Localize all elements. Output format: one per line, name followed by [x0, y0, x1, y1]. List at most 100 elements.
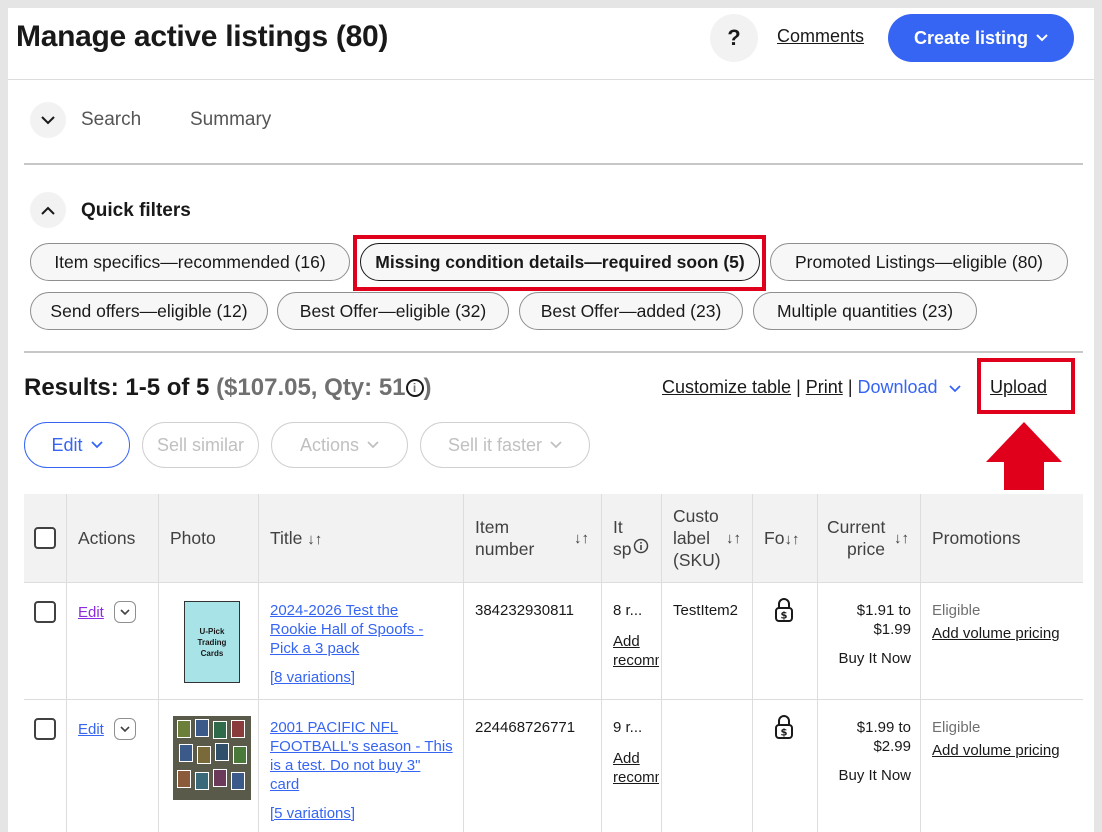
add-specifics-link[interactable]: recomm [613, 768, 659, 787]
filter-chip-best-offer-eligible[interactable]: Best Offer—eligible (32) [277, 292, 509, 330]
link-separator: | [847, 377, 853, 397]
help-icon: ? [727, 25, 741, 50]
item-number: 384232930811 [475, 602, 574, 619]
listing-title-link[interactable]: Rookie Hall of Spoofs - [270, 620, 456, 639]
column-header-item-specifics[interactable]: It sp [613, 516, 631, 560]
customize-table-link[interactable]: Customize table [662, 377, 791, 397]
page-title: Manage active listings (80) [16, 20, 389, 53]
download-link[interactable]: Download [858, 377, 938, 397]
edit-button[interactable]: Edit [24, 422, 130, 468]
row-divider [24, 699, 1083, 700]
price-range-end: $1.99 [873, 621, 911, 638]
chevron-down-icon [120, 725, 130, 732]
sell-similar-button[interactable]: Sell similar [142, 422, 259, 468]
listing-title-link[interactable]: is a test. Do not buy 3" [270, 756, 460, 775]
column-divider [601, 494, 602, 832]
table-links: Customize table | Print | Download [662, 377, 961, 398]
column-sku-label-3: (SKU) [673, 550, 721, 570]
row-actions-menu-button[interactable] [114, 601, 136, 623]
filter-chip-promoted-listings[interactable]: Promoted Listings—eligible (80) [770, 243, 1068, 281]
comments-link[interactable]: Comments [777, 26, 864, 47]
sell-it-faster-label: Sell it faster [447, 434, 543, 455]
actions-button[interactable]: Actions [271, 422, 408, 468]
listing-title: 2001 PACIFIC NFL FOOTBALL's season - Thi… [270, 718, 460, 823]
sort-icon: ↓↑ [784, 531, 800, 548]
section-divider [24, 351, 1083, 353]
edit-label: Edit [51, 434, 83, 455]
listing-photo[interactable] [173, 716, 251, 800]
row-edit-link[interactable]: Edit [78, 603, 104, 622]
add-volume-pricing-link[interactable]: Add volume pricing [932, 624, 1060, 643]
current-price: $1.91 to $1.99 Buy It Now [827, 601, 911, 668]
variations-link[interactable]: [8 variations] [270, 668, 456, 687]
tab-search[interactable]: Search [81, 109, 141, 131]
filter-chip-best-offer-added[interactable]: Best Offer—added (23) [519, 292, 743, 330]
price-range-end: $2.99 [873, 738, 911, 755]
sort-icon[interactable]: ↓↑ [894, 528, 909, 550]
filter-chip-multiple-quantities[interactable]: Multiple quantities (23) [753, 292, 977, 330]
chevron-up-icon [41, 206, 55, 215]
info-icon[interactable] [633, 538, 649, 554]
create-listing-button[interactable]: Create listing [888, 14, 1074, 62]
quick-filters-title: Quick filters [81, 200, 191, 221]
chevron-down-icon [1036, 34, 1048, 42]
column-header-custom-label[interactable]: Custo label (SKU) [673, 505, 721, 571]
listing-title-link[interactable]: 2001 PACIFIC NFL [270, 718, 460, 737]
promotions-cell: Eligible Add volume pricing [932, 601, 1060, 643]
highlight-box [977, 358, 1075, 414]
link-separator: | [796, 377, 801, 397]
price-format: Buy It Now [838, 767, 911, 784]
column-header-format[interactable]: Fo↓↑ [764, 527, 799, 551]
column-divider [752, 494, 753, 832]
variations-link[interactable]: [5 variations] [270, 804, 460, 823]
chevron-down-icon [90, 441, 103, 449]
column-number-label: number [475, 539, 535, 559]
column-header-actions: Actions [78, 528, 136, 548]
chevron-down-icon [550, 441, 562, 449]
tab-summary[interactable]: Summary [190, 109, 271, 131]
filter-chip-item-specifics[interactable]: Item specifics—recommended (16) [30, 243, 350, 281]
column-header-item-number[interactable]: Item number [475, 516, 534, 560]
filter-chip-send-offers[interactable]: Send offers—eligible (12) [30, 292, 268, 330]
sort-icon[interactable]: ↓↑ [574, 528, 589, 550]
add-specifics-link[interactable]: recomm [613, 651, 659, 670]
listing-title-link[interactable]: FOOTBALL's season - This [270, 737, 460, 756]
sell-it-faster-button[interactable]: Sell it faster [420, 422, 590, 468]
help-button[interactable]: ? [710, 14, 758, 62]
add-specifics-link[interactable]: Add [613, 632, 659, 651]
price-format: Buy It Now [838, 650, 911, 667]
chevron-down-icon [367, 441, 379, 449]
add-specifics-link[interactable]: Add [613, 749, 659, 768]
select-all-checkbox[interactable] [34, 527, 56, 549]
row-checkbox[interactable] [34, 601, 56, 623]
listings-table: Actions Photo Title ↓↑ Item number ↓↑ It… [24, 494, 1083, 832]
quick-filters-toggle-button[interactable] [30, 192, 66, 228]
info-icon[interactable]: i [405, 379, 424, 397]
results-totals: ($107.05, Qty: 51 i) [216, 374, 432, 401]
row-checkbox[interactable] [34, 718, 56, 740]
row-divider [24, 582, 1083, 583]
column-title-label: Title [270, 528, 303, 548]
listing-photo[interactable]: U-Pick Trading Cards [184, 601, 240, 683]
add-volume-pricing-link[interactable]: Add volume pricing [932, 741, 1060, 760]
listing-title-link[interactable]: card [270, 775, 460, 794]
column-header-photo: Photo [170, 528, 216, 548]
row-actions-menu-button[interactable] [114, 718, 136, 740]
item-specifics-count: 9 r... [613, 719, 643, 736]
column-divider [463, 494, 464, 832]
listing-title-link[interactable]: 2024-2026 Test the [270, 601, 456, 620]
chevron-down-icon [41, 115, 55, 124]
custom-label-sku: TestItem2 [673, 602, 739, 619]
search-toggle-button[interactable] [30, 102, 66, 138]
row-edit-link[interactable]: Edit [78, 720, 104, 739]
sort-icon[interactable]: ↓↑ [726, 528, 741, 550]
column-header-current-price[interactable]: Current price [827, 516, 885, 560]
promo-status: Eligible [932, 602, 981, 619]
print-link[interactable]: Print [806, 377, 843, 397]
svg-text:$: $ [781, 611, 788, 622]
listing-title-link[interactable]: Pick a 3 pack [270, 639, 456, 658]
results-count: Results: 1-5 of 5 [24, 374, 210, 401]
header-divider [8, 79, 1094, 80]
column-divider [817, 494, 818, 832]
column-header-title[interactable]: Title ↓↑ [270, 527, 322, 551]
